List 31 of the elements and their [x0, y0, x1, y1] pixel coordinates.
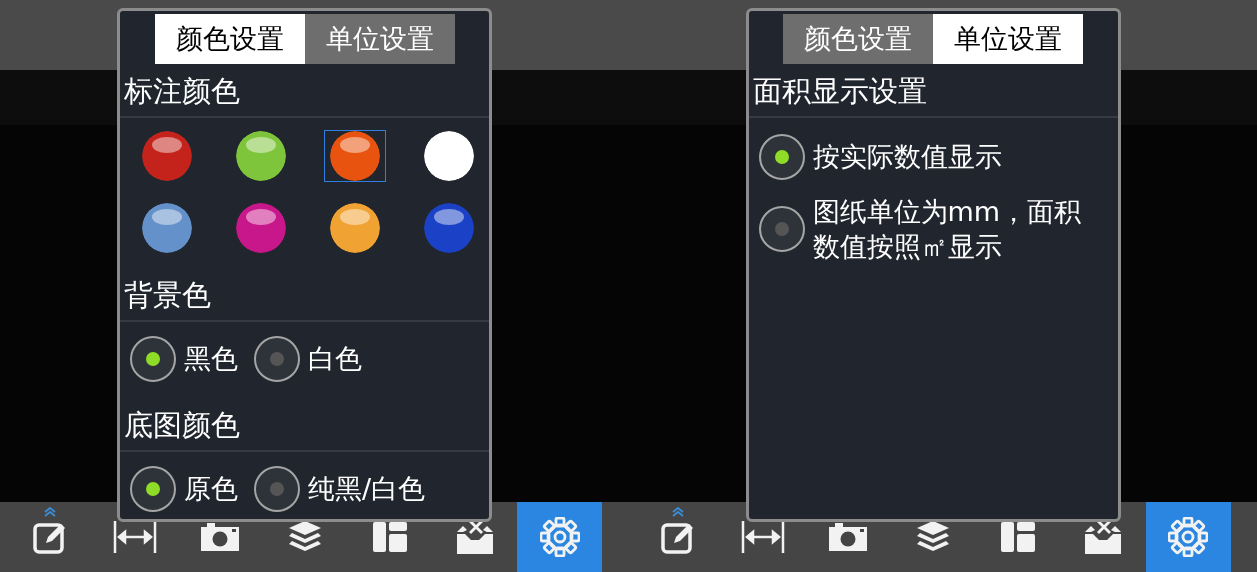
option-label: 白色: [308, 342, 362, 377]
option-label: 按实际数值显示: [812, 140, 1003, 175]
tab[interactable]: 单位设置: [933, 14, 1083, 64]
radio-button[interactable]: [758, 134, 805, 180]
option-label: 原色: [184, 472, 238, 507]
section-title: 标注颜色: [123, 73, 241, 110]
radio-button[interactable]: [130, 466, 176, 512]
tab[interactable]: 颜色设置: [154, 14, 305, 64]
chevron-icon: [672, 507, 684, 517]
option-label: 纯黑/白色: [308, 472, 426, 507]
layout-icon: [371, 521, 408, 553]
section-title: 背景色: [123, 277, 212, 314]
section-title: 面积显示设置: [751, 73, 928, 110]
section-title: 底图颜色: [123, 407, 241, 444]
camera-icon: [198, 521, 241, 553]
radio-button[interactable]: [130, 336, 176, 382]
option-label: 黑色: [184, 342, 238, 377]
color-swatch[interactable]: [324, 130, 386, 182]
layout-icon: [1000, 521, 1036, 553]
camera-icon: [827, 521, 869, 553]
tab[interactable]: 颜色设置: [783, 14, 933, 64]
tab[interactable]: 单位设置: [304, 14, 455, 64]
chevron-icon: [43, 507, 56, 517]
option-label: 图纸单位为mm，面积数值按照㎡显示: [812, 195, 1083, 265]
radio-button[interactable]: [254, 336, 300, 382]
layers-icon: [915, 520, 951, 554]
settings-icon: [1168, 517, 1208, 557]
settings-icon: [539, 517, 580, 557]
measure-icon: [741, 519, 785, 555]
radio-button[interactable]: [254, 466, 300, 512]
measure-icon: [112, 519, 157, 555]
